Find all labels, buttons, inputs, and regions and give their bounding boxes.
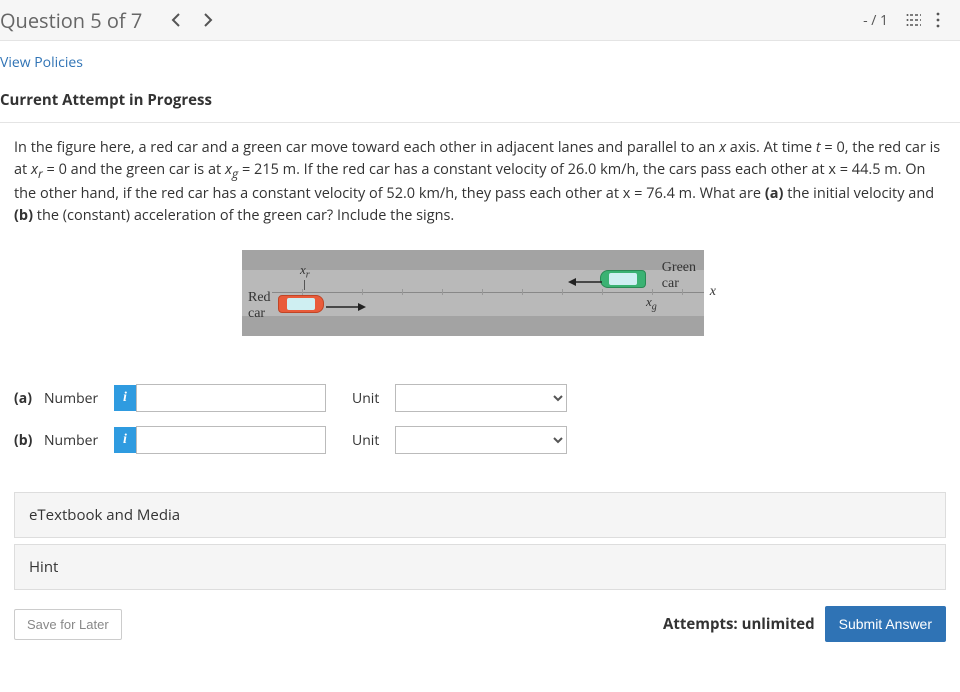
red-car-icon [278, 295, 324, 313]
prev-question-button[interactable] [162, 6, 190, 34]
unit-select-a[interactable] [395, 384, 567, 412]
axis-tick [562, 289, 563, 295]
view-policies-link[interactable]: View Policies [0, 53, 83, 72]
answer-row-a: (a) Number i Unit [14, 384, 946, 412]
attempts-text: Attempts: unlimited [663, 614, 815, 634]
number-input-b[interactable] [136, 426, 326, 454]
green-car-label: Greencar [662, 260, 696, 291]
axis-tick [602, 289, 603, 295]
x-axis-line [272, 292, 704, 293]
x-axis-label: x [710, 284, 716, 300]
number-input-a[interactable] [136, 384, 326, 412]
answer-area: (a) Number i Unit (b) Number i Unit [0, 364, 960, 486]
chevron-right-icon [203, 13, 213, 27]
info-button-b[interactable]: i [114, 427, 136, 453]
red-car-label: Redcar [248, 290, 271, 321]
part-label-b: (b) [14, 431, 44, 450]
xr-label: xr [300, 262, 310, 281]
red-car-arrow-icon [326, 302, 366, 312]
problem-figure: xr Redcar Greencar xg x [242, 250, 718, 336]
etextbook-label: eTextbook and Media [29, 505, 180, 525]
part-label-a: (a) [14, 389, 44, 408]
axis-tick [362, 289, 363, 295]
hint-label: Hint [29, 557, 58, 577]
question-title: Question 5 of 7 [0, 7, 142, 34]
info-button-a[interactable]: i [114, 385, 136, 411]
list-icon [906, 13, 922, 27]
answer-row-b: (b) Number i Unit [14, 426, 946, 454]
chevron-left-icon [171, 13, 181, 27]
kebab-icon [935, 12, 941, 28]
score-display: - / 1 [863, 11, 888, 30]
next-question-button[interactable] [194, 6, 222, 34]
axis-tick [402, 289, 403, 295]
number-label-a: Number [44, 389, 114, 408]
unit-select-b[interactable] [395, 426, 567, 454]
hint-accordion[interactable]: Hint [14, 544, 946, 590]
road-shoulder-top [242, 250, 718, 270]
more-menu-button[interactable] [926, 6, 950, 34]
axis-tick [482, 289, 483, 295]
unit-label-b: Unit [352, 431, 379, 450]
figure-container: xr Redcar Greencar xg x [0, 226, 960, 364]
question-header: Question 5 of 7 - / 1 [0, 0, 960, 41]
policies-row: View Policies [0, 41, 960, 80]
problem-text: In the figure here, a red car and a gree… [0, 123, 960, 226]
axis-tick [522, 289, 523, 295]
number-label-b: Number [44, 431, 114, 450]
question-list-button[interactable] [902, 6, 926, 34]
section-title: Current Attempt in Progress [0, 80, 960, 122]
submit-answer-button[interactable]: Submit Answer [825, 606, 946, 642]
green-car-arrow-icon [568, 277, 602, 287]
etextbook-accordion[interactable]: eTextbook and Media [14, 492, 946, 538]
green-car-icon [600, 270, 646, 288]
xg-label: xg [646, 294, 657, 313]
road-shoulder-bottom [242, 316, 704, 336]
save-for-later-button[interactable]: Save for Later [14, 609, 122, 640]
axis-tick [442, 289, 443, 295]
footer-bar: Save for Later Attempts: unlimited Submi… [0, 596, 960, 656]
unit-label-a: Unit [352, 389, 379, 408]
xr-marker [304, 280, 305, 290]
